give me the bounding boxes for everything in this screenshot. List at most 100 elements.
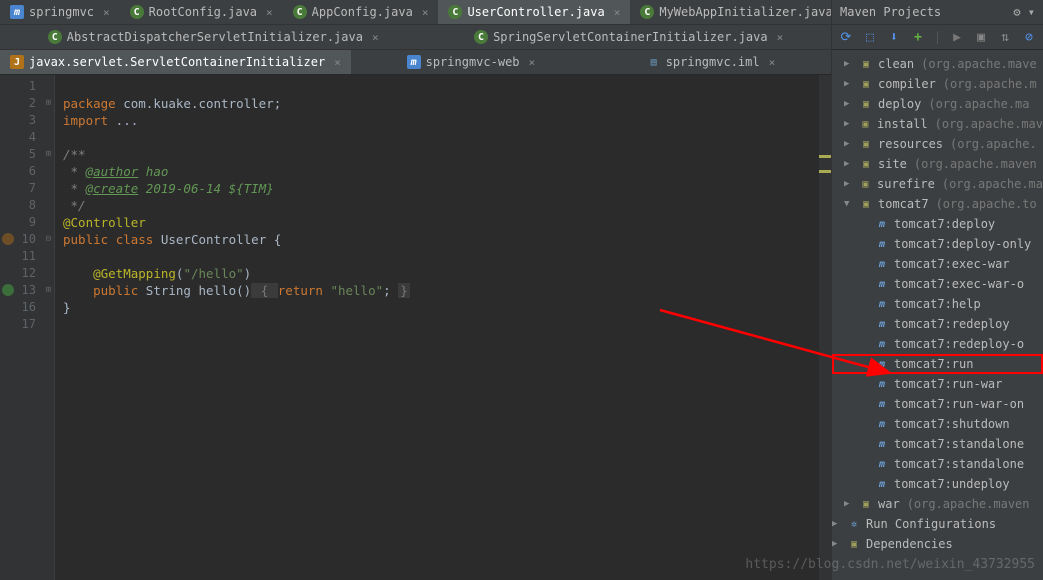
- maven-goal-icon: m: [874, 257, 890, 271]
- tab-springmvc-web[interactable]: mspringmvc-web×: [351, 50, 591, 74]
- tree-item-war[interactable]: ▶▣war(org.apache.maven: [832, 494, 1043, 514]
- tab-appconfig-java[interactable]: CAppConfig.java×: [283, 0, 439, 24]
- close-icon[interactable]: ×: [372, 31, 379, 44]
- expand-icon[interactable]: ▼: [844, 199, 854, 209]
- gear-icon: ✲: [846, 517, 862, 531]
- maven-goal-icon: m: [874, 437, 890, 451]
- tab-abstractdispatcherservletinitializer-java[interactable]: CAbstractDispatcherServletInitializer.ja…: [38, 25, 389, 49]
- c-file-icon: C: [130, 5, 144, 19]
- editor-tabs-row2: CAbstractDispatcherServletInitializer.ja…: [0, 25, 831, 50]
- editor-tabs-row3: Jjavax.servlet.ServletContainerInitializ…: [0, 50, 831, 75]
- tree-item-tomcat7-redeploy-o[interactable]: mtomcat7:redeploy-o: [832, 334, 1043, 354]
- close-icon[interactable]: ×: [334, 56, 341, 69]
- generate-icon[interactable]: ⬚: [862, 29, 878, 45]
- tree-item-tomcat7-redeploy[interactable]: mtomcat7:redeploy: [832, 314, 1043, 334]
- maven-goal-icon: m: [874, 217, 890, 231]
- package-icon: ▣: [858, 497, 874, 511]
- expand-icon[interactable]: ▶: [844, 179, 854, 189]
- tab-usercontroller-java[interactable]: CUserController.java×: [438, 0, 630, 24]
- maven-goal-icon: m: [874, 397, 890, 411]
- maven-goal-icon: m: [874, 297, 890, 311]
- tree-item-tomcat7-shutdown[interactable]: mtomcat7:shutdown: [832, 414, 1043, 434]
- package-icon: ▣: [858, 117, 873, 131]
- refresh-icon[interactable]: ⟳: [838, 29, 854, 45]
- j-file-icon: J: [10, 55, 24, 69]
- tree-item-site[interactable]: ▶▣site(org.apache.maven: [832, 154, 1043, 174]
- code-content[interactable]: package com.kuake.controller; import ...…: [55, 75, 831, 580]
- package-icon: ▣: [846, 537, 862, 551]
- c-file-icon: C: [474, 30, 488, 44]
- expand-icon[interactable]: ▶: [844, 119, 854, 129]
- close-icon[interactable]: ×: [103, 6, 110, 19]
- c-file-icon: C: [293, 5, 307, 19]
- expand-icon[interactable]: ▶: [832, 519, 842, 529]
- close-icon[interactable]: ×: [777, 31, 784, 44]
- tree-item-tomcat7-run-war-on[interactable]: mtomcat7:run-war-on: [832, 394, 1043, 414]
- maven-goal-icon: m: [874, 317, 890, 331]
- skip-icon[interactable]: ⊘: [1021, 29, 1037, 45]
- package-icon: ▣: [858, 197, 874, 211]
- tree-item-run-configurations[interactable]: ▶✲Run Configurations: [832, 514, 1043, 534]
- tree-item-surefire[interactable]: ▶▣surefire(org.apache.ma: [832, 174, 1043, 194]
- tree-item-tomcat7-exec-war-o[interactable]: mtomcat7:exec-war-o: [832, 274, 1043, 294]
- tree-item-clean[interactable]: ▶▣clean(org.apache.mave: [832, 54, 1043, 74]
- tab-springmvc-iml[interactable]: ▤springmvc.iml×: [591, 50, 831, 74]
- close-icon[interactable]: ×: [529, 56, 536, 69]
- expand-icon[interactable]: ▶: [844, 499, 854, 509]
- m-file-icon: m: [10, 5, 24, 19]
- tab-springservletcontainerinitializer-java[interactable]: CSpringServletContainerInitializer.java×: [464, 25, 793, 49]
- tree-item-tomcat7-run-war[interactable]: mtomcat7:run-war: [832, 374, 1043, 394]
- download-icon[interactable]: ⬇: [886, 29, 902, 45]
- scrollbar[interactable]: [819, 75, 831, 580]
- tab-rootconfig-java[interactable]: CRootConfig.java×: [120, 0, 283, 24]
- maven-panel: Maven Projects ⚙ ▾ ⟳ ⬚ ⬇ + | ▶ ▣ ⇅ ⊘ ▶▣c…: [831, 0, 1043, 580]
- tab-mywebappinitializer-java[interactable]: CMyWebAppInitializer.java×: [630, 0, 858, 24]
- expand-icon[interactable]: ▶: [844, 139, 854, 149]
- tree-item-tomcat7-run[interactable]: mtomcat7:run: [832, 354, 1043, 374]
- run-icon[interactable]: ▶: [949, 29, 965, 45]
- c-file-icon: C: [640, 5, 654, 19]
- close-icon[interactable]: ×: [614, 6, 621, 19]
- package-icon: ▣: [858, 137, 874, 151]
- tree-item-dependencies[interactable]: ▶▣Dependencies: [832, 534, 1043, 554]
- tree-item-tomcat7-undeploy[interactable]: mtomcat7:undeploy: [832, 474, 1043, 494]
- expand-icon[interactable]: ▶: [844, 59, 854, 69]
- expand-icon[interactable]: ▶: [832, 539, 842, 549]
- maven-title: Maven Projects ⚙ ▾: [832, 0, 1043, 25]
- tree-item-resources[interactable]: ▶▣resources(org.apache.: [832, 134, 1043, 154]
- maven-tree: ▶▣clean(org.apache.mave▶▣compiler(org.ap…: [832, 50, 1043, 580]
- tree-item-install[interactable]: ▶▣install(org.apache.mav: [832, 114, 1043, 134]
- code-editor[interactable]: 12⊞345⊞678910⊟111213⊞1617 package com.ku…: [0, 75, 831, 580]
- exec-icon[interactable]: ▣: [973, 29, 989, 45]
- expand-icon[interactable]: ▶: [844, 159, 854, 169]
- maven-toolbar: ⟳ ⬚ ⬇ + | ▶ ▣ ⇅ ⊘: [832, 25, 1043, 50]
- close-icon[interactable]: ×: [266, 6, 273, 19]
- maven-goal-icon: m: [874, 417, 890, 431]
- tree-item-tomcat7-standalone[interactable]: mtomcat7:standalone: [832, 454, 1043, 474]
- close-icon[interactable]: ×: [422, 6, 429, 19]
- tree-item-tomcat7-standalone[interactable]: mtomcat7:standalone: [832, 434, 1043, 454]
- add-icon[interactable]: +: [910, 29, 926, 45]
- tree-item-tomcat7-deploy[interactable]: mtomcat7:deploy: [832, 214, 1043, 234]
- close-icon[interactable]: ×: [769, 56, 776, 69]
- maven-goal-icon: m: [874, 357, 890, 371]
- gear-icon[interactable]: ⚙ ▾: [1013, 5, 1035, 19]
- toggle-icon[interactable]: ⇅: [997, 29, 1013, 45]
- tree-item-deploy[interactable]: ▶▣deploy(org.apache.ma: [832, 94, 1043, 114]
- tree-item-tomcat7[interactable]: ▼▣tomcat7(org.apache.to: [832, 194, 1043, 214]
- tree-item-tomcat7-exec-war[interactable]: mtomcat7:exec-war: [832, 254, 1043, 274]
- c-file-icon: C: [448, 5, 462, 19]
- maven-goal-icon: m: [874, 377, 890, 391]
- tree-item-tomcat7-help[interactable]: mtomcat7:help: [832, 294, 1043, 314]
- editor-tabs-row1: mspringmvc×CRootConfig.java×CAppConfig.j…: [0, 0, 831, 25]
- package-icon: ▣: [858, 57, 874, 71]
- tree-item-compiler[interactable]: ▶▣compiler(org.apache.m: [832, 74, 1043, 94]
- tab-javax-servlet-servletcontainerinitializer[interactable]: Jjavax.servlet.ServletContainerInitializ…: [0, 50, 351, 74]
- package-icon: ▣: [858, 97, 874, 111]
- package-icon: ▣: [858, 77, 874, 91]
- tab-springmvc[interactable]: mspringmvc×: [0, 0, 120, 24]
- expand-icon[interactable]: ▶: [844, 99, 854, 109]
- tree-item-tomcat7-deploy-only[interactable]: mtomcat7:deploy-only: [832, 234, 1043, 254]
- expand-icon[interactable]: ▶: [844, 79, 854, 89]
- m-file-icon: m: [407, 55, 421, 69]
